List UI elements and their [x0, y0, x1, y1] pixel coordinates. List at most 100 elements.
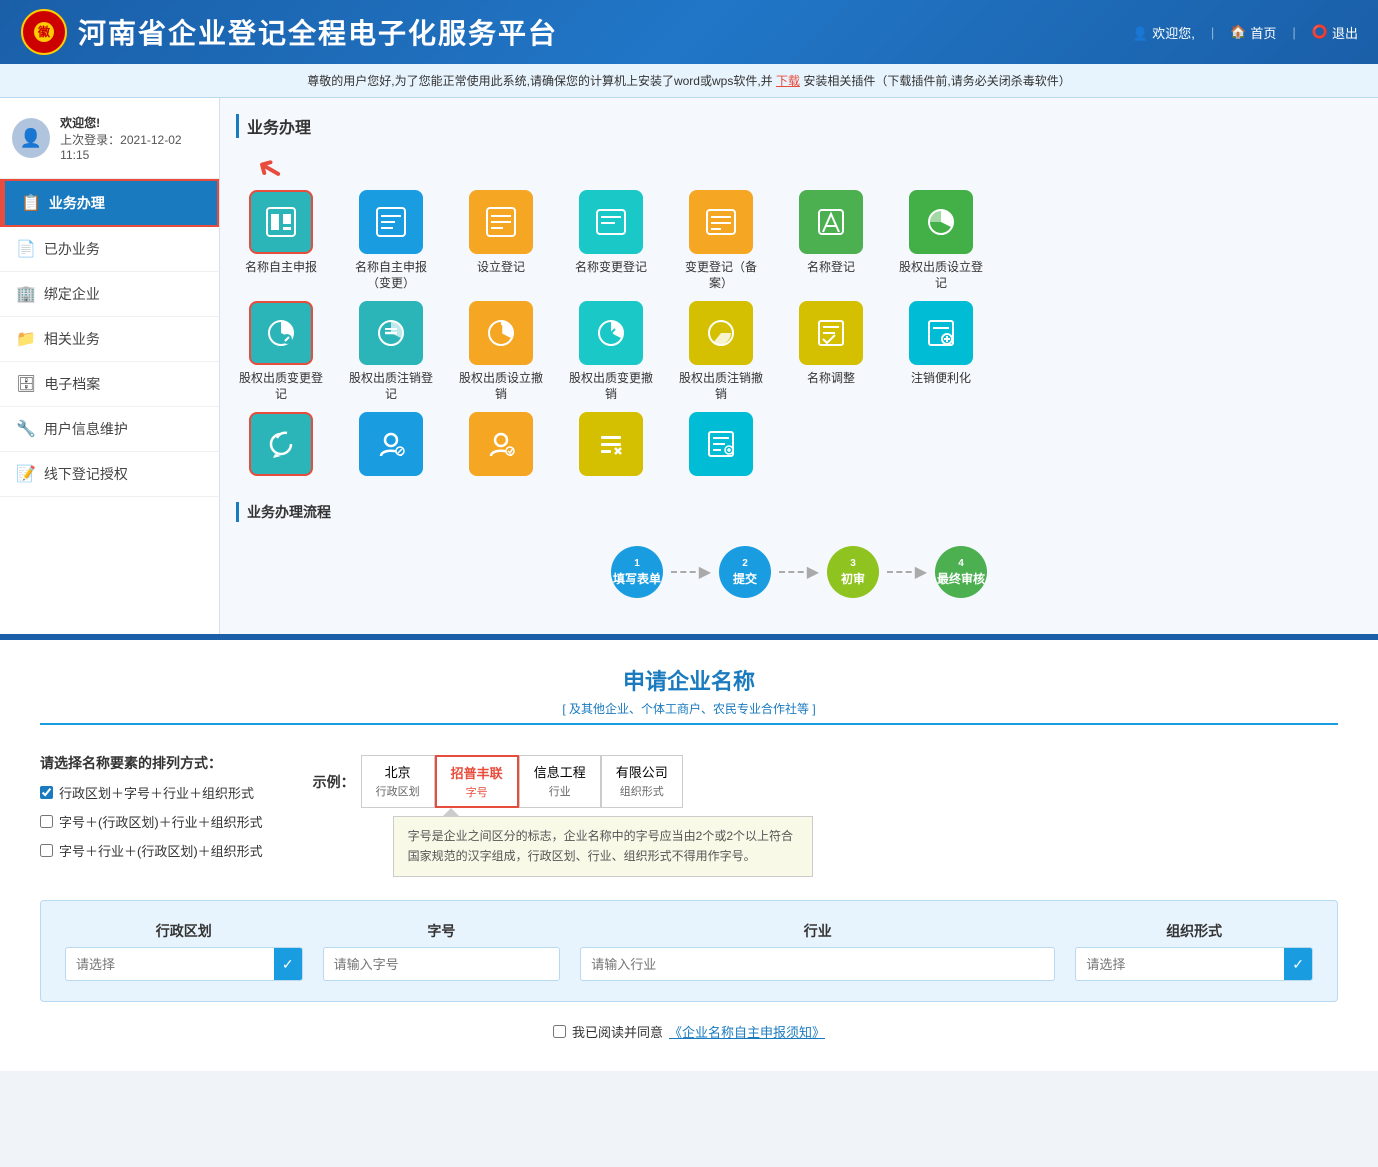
biz-icon-15	[359, 412, 423, 476]
person-icon: 👤	[1132, 26, 1148, 41]
biz-icon-16	[469, 412, 533, 476]
biz-item-11[interactable]: 股权出质注销撤销	[676, 301, 766, 402]
biz-icon-3	[579, 190, 643, 254]
biz-item-3[interactable]: 名称变更登记	[566, 190, 656, 291]
biz-label-1: 名称自主申报（变更）	[346, 260, 436, 291]
header-right: 👤 欢迎您, | 🏠 首页 | ⭕ 退出	[1132, 23, 1358, 42]
district-label: 行政区划	[65, 921, 303, 941]
home-nav[interactable]: 🏠 首页	[1230, 23, 1276, 42]
biz-item-5[interactable]: 名称登记	[786, 190, 876, 291]
district-select-icon[interactable]: ✓	[274, 948, 302, 980]
option-3[interactable]: 字号＋行业＋(行政区划)＋组织形式	[40, 841, 263, 860]
example-label: 示例：	[313, 772, 355, 792]
sidebar-item-related[interactable]: 📁 相关业务	[0, 317, 219, 362]
done-icon: 📄	[16, 239, 36, 259]
logout-icon: ⭕	[1312, 24, 1328, 40]
orgtype-input[interactable]	[1076, 951, 1284, 978]
biz-grid: 名称自主申报 名称自主申报（变更） 设立登记	[236, 190, 1358, 291]
biz-item-16[interactable]	[456, 412, 546, 482]
district-input[interactable]	[66, 951, 274, 978]
tooltip-box: 字号是企业之间区分的标志，企业名称中的字号应当由2个或2个以上符合国家规范的汉字…	[393, 816, 813, 876]
form-field-industry: 行业	[580, 921, 1055, 981]
biz-icon-11	[689, 301, 753, 365]
biz-label-5: 名称登记	[807, 260, 855, 276]
biz-label-12: 名称调整	[807, 371, 855, 387]
checkbox-2[interactable]	[40, 815, 53, 828]
example-box-0: 北京 行政区划	[361, 755, 435, 808]
logo-icon: 徽	[20, 8, 68, 56]
business-icon: 📋	[21, 193, 41, 213]
option-1[interactable]: 行政区划＋字号＋行业＋组织形式	[40, 783, 263, 802]
sidebar-item-related-label: 相关业务	[44, 329, 100, 349]
notice-bar: 尊敬的用户您好,为了您能正常使用此系统,请确保您的计算机上安装了word或wps…	[0, 64, 1378, 98]
biz-label-4: 变更登记（备案）	[676, 260, 766, 291]
logout-nav[interactable]: ⭕ 退出	[1312, 23, 1358, 42]
biz-label-0: 名称自主申报	[245, 260, 317, 276]
biz-item-1[interactable]: 名称自主申报（变更）	[346, 190, 436, 291]
biz-item-13[interactable]: 注销便利化	[896, 301, 986, 402]
biz-item-12[interactable]: 名称调整	[786, 301, 876, 402]
biz-item-18[interactable]	[676, 412, 766, 482]
process-step-3: 3 初审	[827, 546, 879, 598]
bind-icon: 🏢	[16, 284, 36, 304]
form-field-orgtype: 组织形式 ✓	[1075, 921, 1313, 981]
biz-item-2[interactable]: 设立登记	[456, 190, 546, 291]
biz-item-10[interactable]: 股权出质变更撤销	[566, 301, 656, 402]
option-2[interactable]: 字号＋(行政区划)＋行业＋组织形式	[40, 812, 263, 831]
download-link[interactable]: 下载	[776, 74, 800, 88]
agree-checkbox[interactable]	[553, 1025, 566, 1038]
checkbox-1[interactable]	[40, 786, 53, 799]
sidebar-item-archive[interactable]: 🗄 电子档案	[0, 362, 219, 407]
arrow-3: ▶	[887, 571, 927, 573]
sidebar: 👤 欢迎您! 上次登录：2021-12-02 11:15 📋 业务办理 📄 已办…	[0, 98, 220, 634]
user-info-text: 欢迎您! 上次登录：2021-12-02 11:15	[60, 114, 207, 162]
biz-icon-9	[469, 301, 533, 365]
sidebar-item-business[interactable]: 📋 业务办理	[0, 179, 219, 227]
orgtype-select-icon[interactable]: ✓	[1284, 948, 1312, 980]
divider1: |	[1211, 25, 1214, 40]
content-area: 业务办理 ➜ 名称自主申报 名称自主申报（变更）	[220, 98, 1378, 634]
biz-icon-7	[249, 301, 313, 365]
checkbox-3[interactable]	[40, 844, 53, 857]
zipcode-input[interactable]	[323, 947, 561, 981]
sidebar-item-bind[interactable]: 🏢 绑定企业	[0, 272, 219, 317]
related-icon: 📁	[16, 329, 36, 349]
biz-label-9: 股权出质设立撤销	[456, 371, 546, 402]
biz-item-14[interactable]	[236, 412, 326, 482]
header-left: 徽 河南省企业登记全程电子化服务平台	[20, 8, 558, 56]
biz-item-15[interactable]	[346, 412, 436, 482]
agree-link[interactable]: 《企业名称自主申报须知》	[669, 1022, 825, 1041]
lower-section: 申请企业名称 [ 及其他企业、个体工商户、农民专业合作社等 ] 请选择名称要素的…	[0, 640, 1378, 1071]
biz-icon-6	[909, 190, 973, 254]
biz-label-3: 名称变更登记	[575, 260, 647, 276]
sidebar-item-offline[interactable]: 📝 线下登记授权	[0, 452, 219, 497]
example-box-3: 有限公司 组织形式	[601, 755, 683, 808]
process-circle-2: 2 提交	[719, 546, 771, 598]
sidebar-item-userinfo[interactable]: 🔧 用户信息维护	[0, 407, 219, 452]
biz-item-9[interactable]: 股权出质设立撤销	[456, 301, 546, 402]
biz-grid-3	[236, 412, 1358, 482]
zipcode-label: 字号	[323, 921, 561, 941]
biz-label-2: 设立登记	[477, 260, 525, 276]
sidebar-user-info: 👤 欢迎您! 上次登录：2021-12-02 11:15	[0, 98, 219, 179]
biz-item-7[interactable]: 股权出质变更登记	[236, 301, 326, 402]
radio-section: 请选择名称要素的排列方式： 行政区划＋字号＋行业＋组织形式 字号＋(行政区划)＋…	[40, 749, 263, 860]
biz-item-17[interactable]	[566, 412, 656, 482]
biz-item-4[interactable]: 变更登记（备案）	[676, 190, 766, 291]
section-title: 业务办理	[236, 114, 1362, 138]
biz-icon-12	[799, 301, 863, 365]
biz-item-0[interactable]: 名称自主申报	[236, 190, 326, 291]
biz-grid-2: 股权出质变更登记 股权出质注销登记 股权出质设立撤销	[236, 301, 1358, 402]
biz-item-8[interactable]: 股权出质注销登记	[346, 301, 436, 402]
site-title: 河南省企业登记全程电子化服务平台	[78, 12, 558, 52]
biz-icon-1	[359, 190, 423, 254]
industry-input[interactable]	[580, 947, 1055, 981]
biz-icon-4	[689, 190, 753, 254]
example-box-2: 信息工程 行业	[519, 755, 601, 808]
biz-item-6[interactable]: 股权出质设立登记	[896, 190, 986, 291]
user-greeting: 👤 欢迎您,	[1132, 23, 1194, 42]
biz-label-13: 注销便利化	[911, 371, 971, 387]
agree-label[interactable]: 我已阅读并同意 《企业名称自主申报须知》	[40, 1022, 1338, 1041]
sidebar-item-done[interactable]: 📄 已办业务	[0, 227, 219, 272]
sidebar-item-offline-label: 线下登记授权	[44, 464, 128, 484]
